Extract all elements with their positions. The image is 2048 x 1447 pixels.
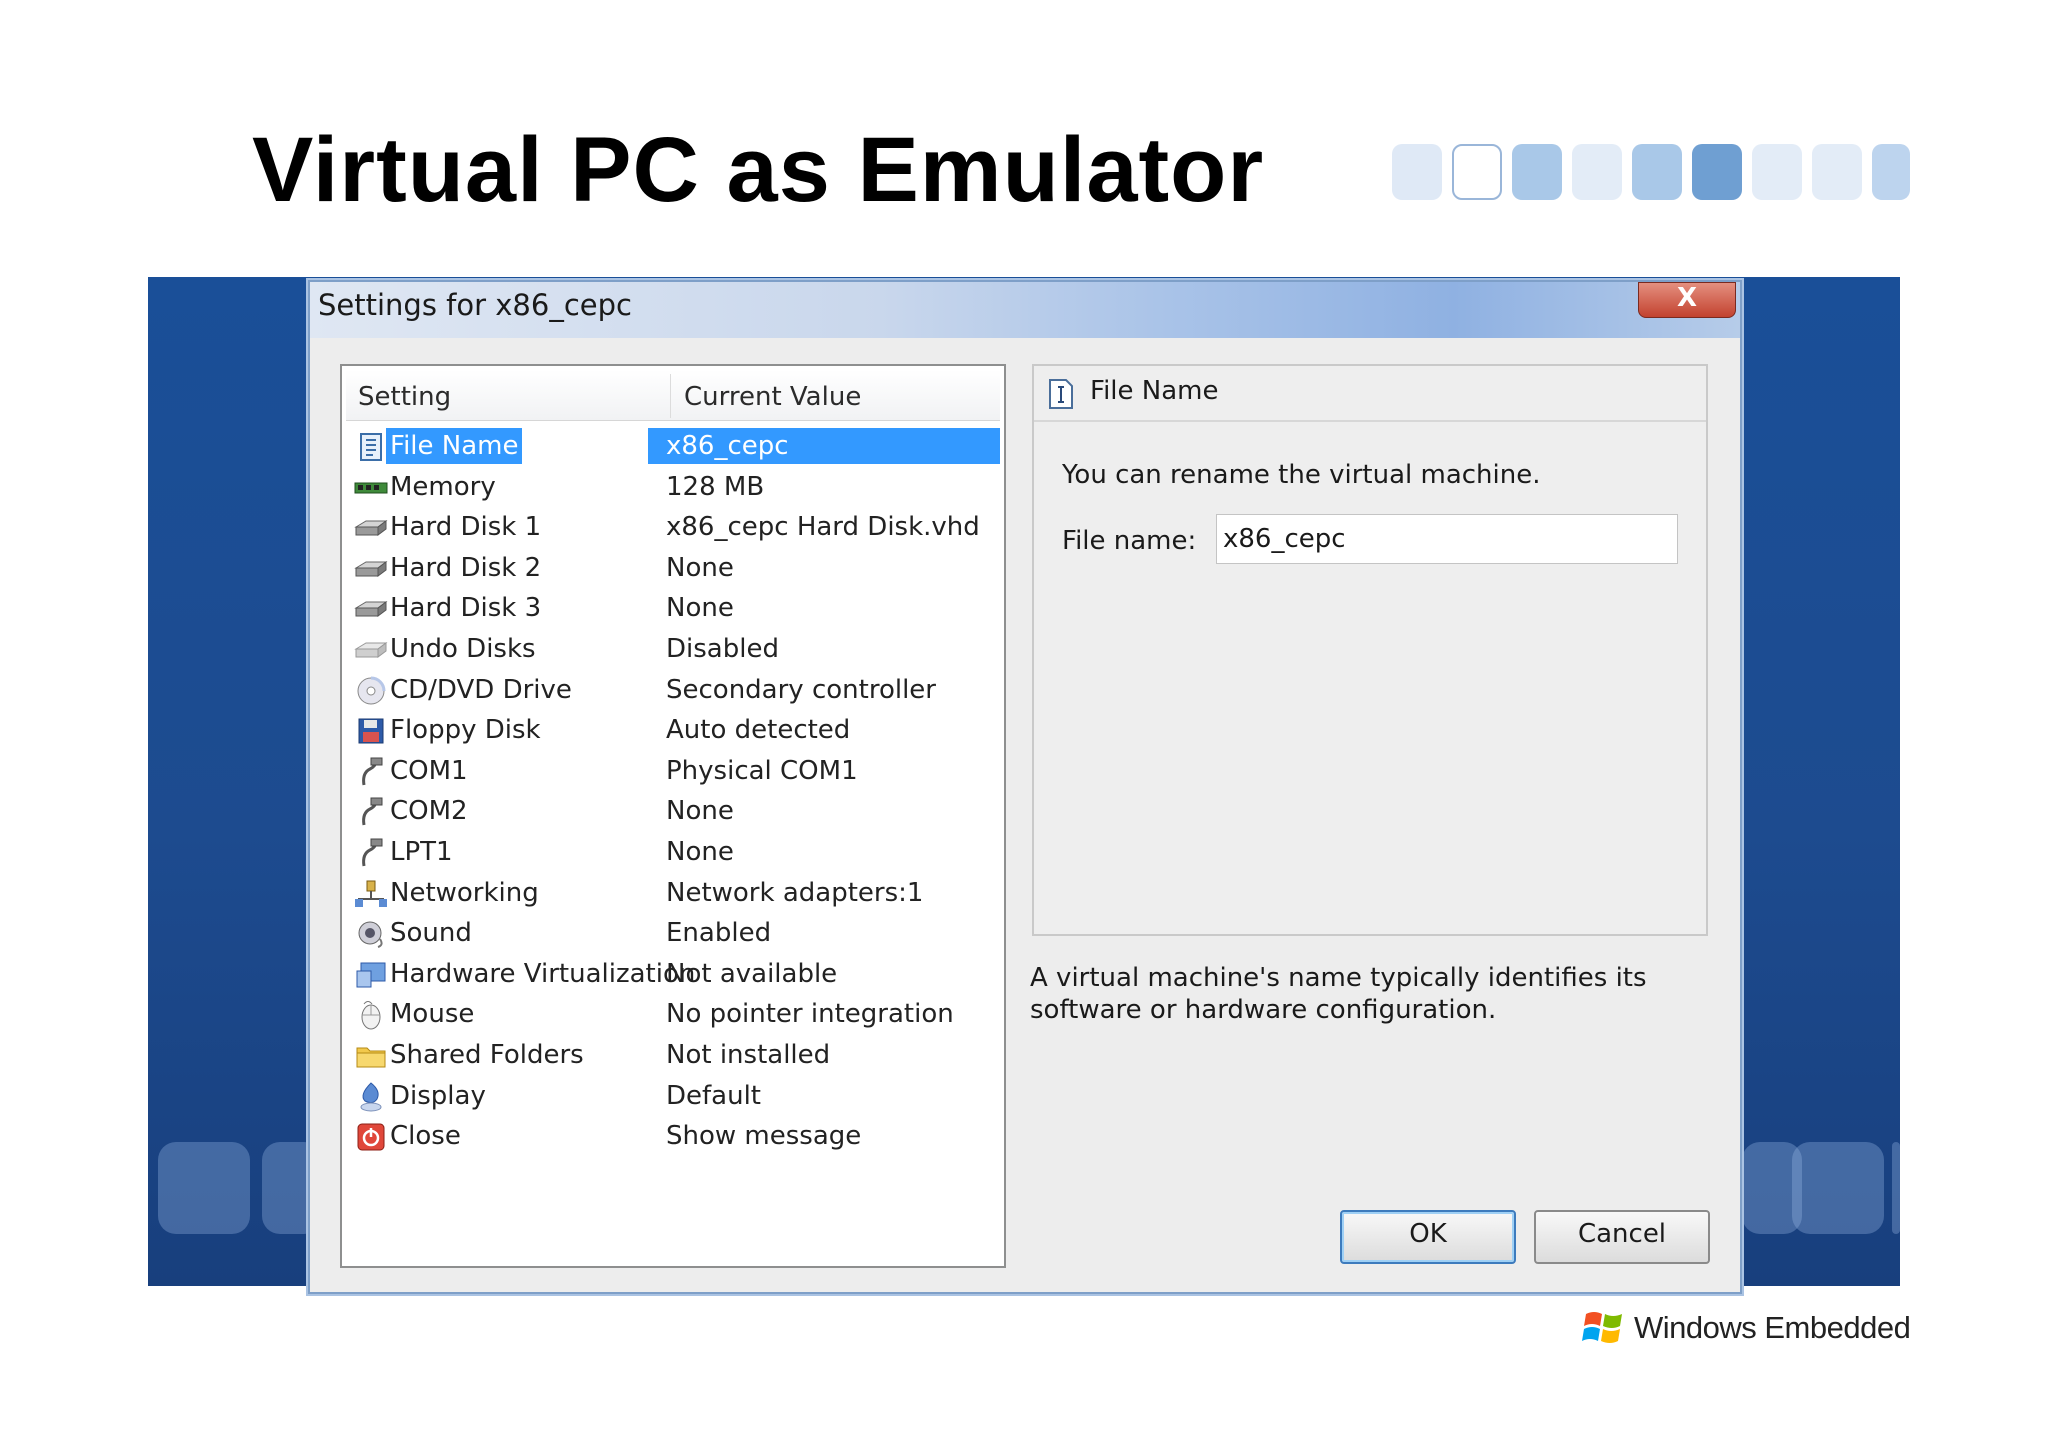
setting-value: Auto detected xyxy=(666,715,851,746)
setting-value: 128 MB xyxy=(666,471,765,502)
setting-row[interactable]: Hard Disk 3 None xyxy=(348,588,1000,628)
setting-name: COM2 xyxy=(390,796,468,827)
detail-panel: File Name You can rename the virtual mac… xyxy=(1032,364,1708,936)
windows-flag-icon xyxy=(1582,1312,1622,1343)
title-bar[interactable]: Settings for x86_cepc X xyxy=(310,282,1740,338)
hard-disk-icon xyxy=(354,554,388,584)
file-name-label: File name: xyxy=(1062,526,1197,556)
close-button[interactable]: X xyxy=(1638,282,1736,318)
decorative-tile xyxy=(158,1142,250,1234)
setting-value: Physical COM1 xyxy=(666,755,858,786)
setting-row[interactable]: Hard Disk 2 None xyxy=(348,548,1000,588)
power-icon xyxy=(354,1122,388,1152)
undo-disk-icon xyxy=(354,635,388,665)
setting-value: None xyxy=(666,796,734,827)
setting-value: None xyxy=(666,837,734,867)
decorative-tile xyxy=(1892,1142,1900,1234)
setting-name: Close xyxy=(390,1121,461,1152)
decorative-squares xyxy=(1392,144,1910,200)
detail-description: You can rename the virtual machine. xyxy=(1062,460,1541,490)
detail-header: File Name xyxy=(1034,366,1706,422)
setting-value: Show message xyxy=(666,1121,862,1152)
file-icon xyxy=(354,432,388,462)
setting-value: Not available xyxy=(666,958,838,989)
setting-name: LPT1 xyxy=(390,837,453,867)
column-header-setting[interactable]: Setting xyxy=(358,382,451,412)
setting-row[interactable]: Mouse No pointer integration xyxy=(348,994,1000,1034)
settings-list: Setting Current Value File Name x86_cepc M… xyxy=(340,364,1006,1268)
setting-row[interactable]: COM2 None xyxy=(348,791,1000,831)
setting-row[interactable]: File Name x86_cepc xyxy=(348,426,1000,466)
column-separator[interactable] xyxy=(670,374,671,418)
display-icon xyxy=(354,1081,388,1112)
column-header-value[interactable]: Current Value xyxy=(684,382,861,412)
setting-name: Hard Disk 2 xyxy=(390,552,542,583)
setting-name: Shared Folders xyxy=(390,1040,584,1070)
memory-icon xyxy=(354,473,388,503)
setting-row[interactable]: Sound Enabled xyxy=(348,913,1000,953)
file-name-icon xyxy=(1049,379,1073,409)
help-text: A virtual machine's name typically ident… xyxy=(1030,963,1647,1025)
windows-embedded-logo: Windows Embedded xyxy=(1582,1306,1911,1350)
setting-name: COM1 xyxy=(390,755,468,786)
setting-row[interactable]: Close Show message xyxy=(348,1116,1000,1156)
setting-value: No pointer integration xyxy=(666,999,954,1030)
setting-name: Hardware Virtualization xyxy=(390,958,696,989)
setting-value: Disabled xyxy=(666,634,779,664)
hardware-icon xyxy=(354,960,388,990)
setting-name: Mouse xyxy=(390,999,475,1030)
sound-icon xyxy=(354,919,388,949)
setting-value: Secondary controller xyxy=(666,674,936,705)
setting-row[interactable]: Hard Disk 1 x86_cepc Hard Disk.vhd xyxy=(348,507,1000,547)
setting-value: Network adapters:1 xyxy=(666,877,924,908)
setting-value: None xyxy=(666,552,734,583)
setting-value: Default xyxy=(666,1080,761,1111)
setting-name: File Name xyxy=(386,428,523,464)
setting-row[interactable]: Display Default xyxy=(348,1076,1000,1116)
setting-value: x86_cepc xyxy=(666,431,789,461)
setting-name: Undo Disks xyxy=(390,634,536,664)
logo-text: Windows Embedded xyxy=(1634,1310,1911,1345)
setting-row[interactable]: Undo Disks Disabled xyxy=(348,629,1000,669)
slide-title: Virtual PC as Emulator xyxy=(252,119,1265,221)
folder-icon xyxy=(354,1041,388,1071)
port-icon xyxy=(354,797,388,827)
settings-dialog: Settings for x86_cepc X Setting Current … xyxy=(308,280,1742,1294)
setting-name: Display xyxy=(390,1080,486,1111)
setting-value: x86_cepc Hard Disk.vhd xyxy=(666,512,980,543)
file-name-input[interactable] xyxy=(1216,514,1678,564)
floppy-icon xyxy=(354,716,388,746)
mouse-icon xyxy=(354,1000,388,1030)
setting-name: Networking xyxy=(390,877,539,908)
setting-row[interactable]: Networking Network adapters:1 xyxy=(348,873,1000,913)
setting-row[interactable]: CD/DVD Drive Secondary controller xyxy=(348,670,1000,710)
ok-button[interactable]: OK xyxy=(1340,1210,1516,1264)
detail-title: File Name xyxy=(1090,376,1219,406)
hard-disk-icon xyxy=(354,594,388,624)
setting-row[interactable]: Floppy Disk Auto detected xyxy=(348,710,1000,750)
decorative-tile xyxy=(1792,1142,1884,1234)
port-icon xyxy=(354,838,388,868)
list-header: Setting Current Value xyxy=(346,370,1000,421)
setting-value: Enabled xyxy=(666,918,772,949)
setting-row[interactable]: COM1 Physical COM1 xyxy=(348,751,1000,791)
setting-name: Floppy Disk xyxy=(390,715,541,746)
setting-value: Not installed xyxy=(666,1040,831,1070)
setting-value: None xyxy=(666,593,734,624)
network-icon xyxy=(354,879,388,909)
port-icon xyxy=(354,757,388,787)
setting-name: CD/DVD Drive xyxy=(390,674,572,705)
setting-name: Sound xyxy=(390,918,472,949)
setting-row[interactable]: Hardware Virtualization Not available xyxy=(348,954,1000,994)
setting-row[interactable]: LPT1 None xyxy=(348,832,1000,872)
cd-icon xyxy=(354,676,388,706)
hard-disk-icon xyxy=(354,513,388,543)
setting-name: Hard Disk 1 xyxy=(390,512,542,543)
cancel-button[interactable]: Cancel xyxy=(1534,1210,1710,1264)
setting-row[interactable]: Memory 128 MB xyxy=(348,467,1000,507)
setting-name: Hard Disk 3 xyxy=(390,593,542,624)
setting-name: Memory xyxy=(390,471,496,502)
window-title: Settings for x86_cepc xyxy=(318,288,632,322)
setting-row[interactable]: Shared Folders Not installed xyxy=(348,1035,1000,1075)
